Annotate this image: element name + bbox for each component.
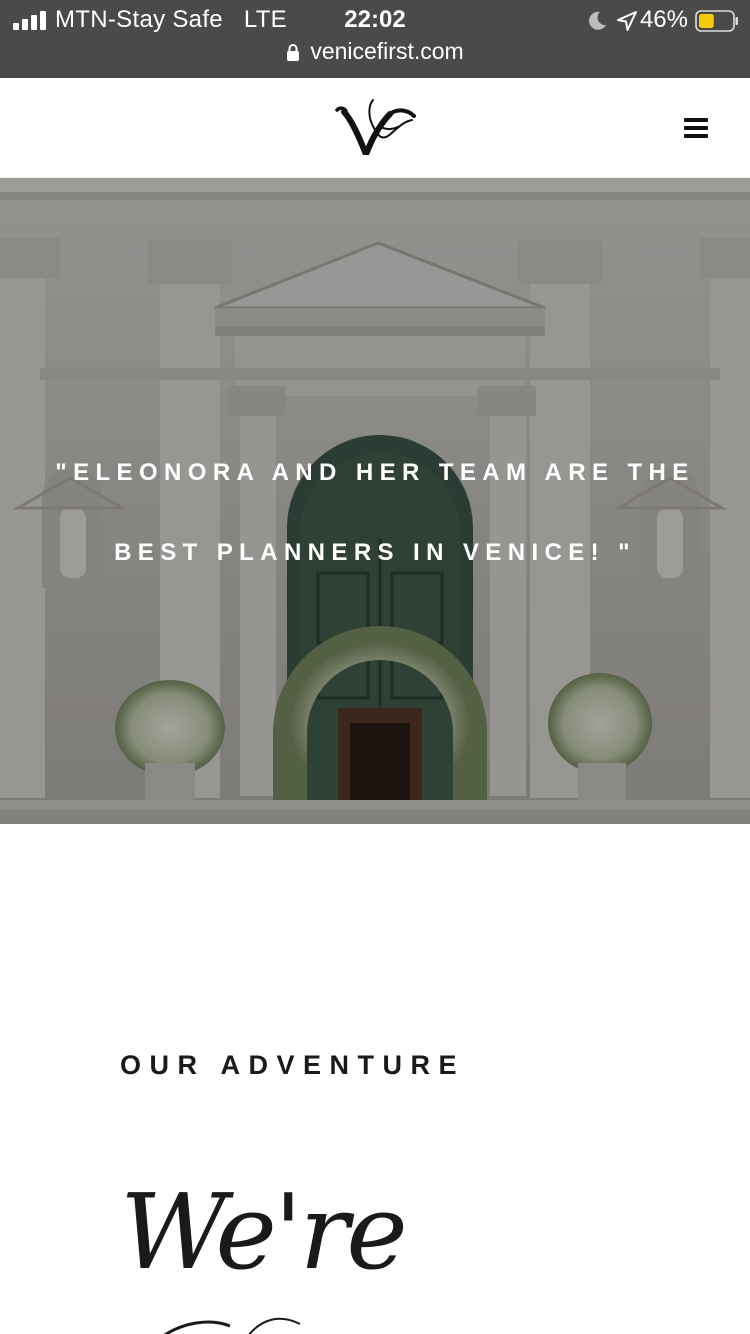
lock-icon bbox=[287, 44, 300, 61]
url-text: venicefirst.com bbox=[310, 38, 464, 64]
status-row: MTN-Stay Safe LTE 22:02 46% bbox=[0, 6, 750, 36]
moon-icon bbox=[589, 11, 606, 30]
venice-first-logo-icon[interactable] bbox=[330, 96, 420, 158]
status-bar: MTN-Stay Safe LTE 22:02 46% venicefirst.… bbox=[0, 0, 750, 78]
battery-icon bbox=[695, 10, 738, 32]
site-header bbox=[0, 78, 750, 178]
address-bar[interactable]: venicefirst.com bbox=[0, 38, 750, 65]
battery-percent: 46% bbox=[639, 6, 688, 33]
location-arrow-icon bbox=[617, 11, 637, 31]
section-label: OUR ADVENTURE bbox=[120, 1050, 466, 1080]
hero-banner: "ELEONORA AND HER TEAM ARE THE BEST PLAN… bbox=[0, 178, 750, 824]
quote-line-2: BEST PLANNERS IN VENICE! " bbox=[114, 539, 636, 566]
script-heading: We're bbox=[120, 1171, 408, 1293]
hamburger-menu-icon[interactable] bbox=[680, 114, 714, 142]
testimonial-quote: "ELEONORA AND HER TEAM ARE THE BEST PLAN… bbox=[30, 433, 720, 593]
quote-line-1: "ELEONORA AND HER TEAM ARE THE bbox=[55, 459, 695, 486]
script-heading-continuation bbox=[163, 1317, 301, 1334]
